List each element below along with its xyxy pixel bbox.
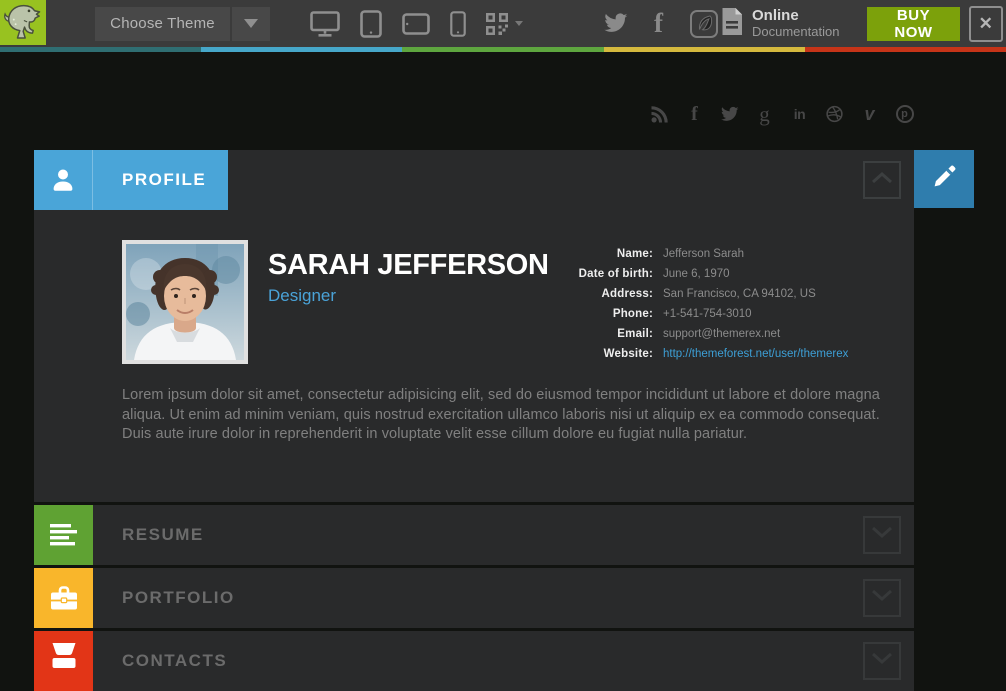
website-link[interactable]: http://themeforest.net/user/themerex <box>663 344 848 364</box>
section-row-portfolio[interactable]: PORTFOLIO <box>34 568 914 628</box>
theme-preview-page: f g in v p <box>0 52 1006 655</box>
resume-section-label: RESUME <box>122 525 204 545</box>
toolbar-social-links: f <box>577 8 721 40</box>
pinterest-glyph: p <box>896 105 914 123</box>
twitter-icon[interactable] <box>720 104 739 124</box>
theme-selector: Choose Theme <box>95 7 270 41</box>
tablet-portrait-icon[interactable] <box>360 10 382 38</box>
person-role: Designer <box>268 286 549 306</box>
profile-header-accent: PROFILE <box>34 150 228 210</box>
twitter-icon[interactable] <box>603 13 628 34</box>
section-header-profile[interactable]: PROFILE <box>34 150 914 210</box>
detail-label: Name: <box>558 244 653 264</box>
collapse-profile-button[interactable] <box>863 161 901 199</box>
contacts-row-body: CONTACTS <box>93 631 914 691</box>
identity-block: SARAH JEFFERSON Designer <box>268 250 549 306</box>
device-preview-switcher <box>290 10 523 38</box>
profile-bio-text: Lorem ipsum dolor sit amet, consectetur … <box>122 386 882 445</box>
person-name: SARAH JEFFERSON <box>268 250 549 282</box>
expand-contacts-button[interactable] <box>863 642 901 680</box>
envato-icon[interactable] <box>689 8 721 40</box>
profile-details-list: Name: Jefferson Sarah Date of birth: Jun… <box>558 244 848 364</box>
dribbble-icon[interactable] <box>825 104 844 124</box>
profile-photo <box>122 240 248 364</box>
choose-theme-dropdown-button[interactable] <box>232 7 270 41</box>
phone-icon[interactable] <box>450 11 466 37</box>
detail-label: Website: <box>558 344 653 364</box>
profile-section-label: PROFILE <box>93 150 228 210</box>
choose-theme-select[interactable]: Choose Theme <box>95 7 230 41</box>
section-row-contacts[interactable]: CONTACTS <box>34 631 914 691</box>
preview-toolbar: Choose Theme <box>0 0 1006 47</box>
qr-dropdown-caret-icon[interactable] <box>515 21 523 26</box>
detail-label: Date of birth: <box>558 264 653 284</box>
detail-value: Jefferson Sarah <box>663 244 848 264</box>
pencil-icon <box>931 163 958 195</box>
vcard: PROFILE <box>34 150 914 691</box>
documentation-label: Online Documentation <box>752 8 839 39</box>
portfolio-row-body: PORTFOLIO <box>93 568 914 628</box>
profile-content: SARAH JEFFERSON Designer Name: Jefferson… <box>34 210 914 502</box>
rss-icon[interactable] <box>650 104 669 124</box>
briefcase-icon <box>34 568 93 628</box>
detail-label: Email: <box>558 324 653 344</box>
vimeo-icon[interactable]: v <box>860 104 879 124</box>
detail-value: +1-541-754-3010 <box>663 304 848 324</box>
chevron-down-icon <box>871 589 893 607</box>
close-preview-button[interactable]: ✕ <box>969 6 1003 42</box>
facebook-icon[interactable]: f <box>654 10 663 37</box>
facebook-icon[interactable]: f <box>685 104 704 124</box>
detail-value: San Francisco, CA 94102, US <box>663 284 848 304</box>
contacts-section-label: CONTACTS <box>122 651 227 671</box>
section-row-resume[interactable]: RESUME <box>34 505 914 565</box>
buy-now-button[interactable]: BUY NOW <box>867 7 959 41</box>
document-icon <box>721 8 743 40</box>
edit-profile-button[interactable] <box>914 150 974 208</box>
dinosaur-icon <box>0 0 46 46</box>
chevron-up-icon <box>871 171 893 189</box>
monitor-icon[interactable] <box>310 11 340 37</box>
qr-code-icon[interactable] <box>486 13 508 35</box>
detail-value: support@themerex.net <box>663 324 848 344</box>
pinterest-icon[interactable]: p <box>895 104 914 124</box>
portfolio-section-label: PORTFOLIO <box>122 588 235 608</box>
mail-icon <box>34 631 93 691</box>
resume-row-body: RESUME <box>93 505 914 565</box>
person-icon <box>34 150 93 210</box>
detail-label: Address: <box>558 284 653 304</box>
list-icon <box>34 505 93 565</box>
expand-resume-button[interactable] <box>863 516 901 554</box>
expand-portfolio-button[interactable] <box>863 579 901 617</box>
themerex-dinosaur-logo[interactable] <box>0 0 46 45</box>
chevron-down-icon <box>244 19 258 28</box>
tablet-landscape-icon[interactable] <box>402 13 430 35</box>
detail-value: June 6, 1970 <box>663 264 848 284</box>
detail-label: Phone: <box>558 304 653 324</box>
chevron-down-icon <box>871 526 893 544</box>
linkedin-icon[interactable]: in <box>790 104 809 124</box>
online-documentation-link[interactable]: Online Documentation <box>721 8 839 40</box>
page-social-bar: f g in v p <box>634 104 914 124</box>
google-icon[interactable]: g <box>755 104 774 124</box>
